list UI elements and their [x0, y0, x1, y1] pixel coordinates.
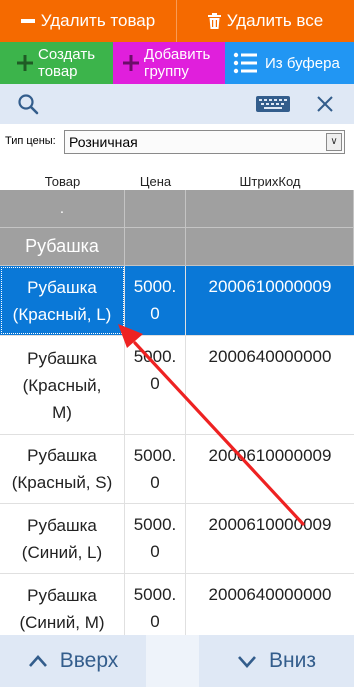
price-cell: [125, 228, 186, 265]
keyboard-icon[interactable]: [256, 96, 290, 112]
scroll-up-label: Вверх: [59, 649, 119, 672]
item-name-line: Рубашка: [27, 515, 97, 535]
barcode-cell: [186, 228, 354, 265]
scroll-up-button[interactable]: Вверх: [0, 635, 146, 687]
price-cell: [125, 190, 186, 227]
item-name-line: Рубашка: [27, 585, 97, 605]
price-line: 5000.: [133, 585, 177, 604]
price-line: 5000.: [133, 277, 177, 296]
plus-icon: [123, 55, 139, 71]
trash-icon: [207, 13, 221, 29]
item-name-line: Рубашка: [27, 348, 97, 368]
from-buffer-button[interactable]: Из буфера: [225, 42, 354, 84]
search-icon[interactable]: [17, 93, 39, 115]
item-name-cell: Рубашка (Синий, M): [0, 574, 125, 635]
action-toolbar: Создать товар Добавить группу Из буфера: [0, 42, 354, 84]
group-name-cell: Рубашка: [0, 228, 125, 265]
item-name-line: (Синий, L): [21, 542, 103, 562]
barcode-cell: 2000610000009: [208, 446, 332, 465]
price-type-select[interactable]: Розничная ∨: [64, 130, 345, 154]
price-line: 5000.: [133, 515, 177, 534]
top-toolbar: Удалить товар Удалить все: [0, 0, 354, 42]
add-group-button[interactable]: Добавить группу: [113, 42, 225, 84]
price-type-bar: Тип цены: Розничная ∨: [0, 124, 354, 160]
table-row[interactable]: Рубашка (Красный, M) 5000. 0 20006400000…: [0, 336, 354, 435]
column-header-item[interactable]: Товар: [0, 160, 125, 190]
barcode-cell: [186, 190, 354, 227]
column-header-barcode[interactable]: ШтрихКод: [186, 160, 354, 190]
minus-icon: [20, 19, 35, 23]
barcode-cell: 2000640000000: [208, 347, 332, 366]
price-line: 0: [150, 473, 160, 492]
item-name-line: (Красный,: [22, 375, 102, 395]
table-row[interactable]: Рубашка: [0, 228, 354, 266]
items-grid[interactable]: . Рубашка Рубашка (Красный, L) 5000. 0 2…: [0, 190, 354, 635]
table-row[interactable]: Рубашка (Синий, M) 5000. 0 2000640000000: [0, 574, 354, 635]
price-line: 0: [150, 374, 160, 393]
barcode-cell: 2000610000009: [208, 277, 332, 296]
create-item-button[interactable]: Создать товар: [0, 42, 113, 84]
item-name-line: Рубашка: [27, 446, 97, 465]
group-name-cell: .: [0, 190, 125, 227]
list-icon: [233, 52, 257, 74]
barcode-cell: 2000610000009: [208, 515, 332, 534]
price-line: 0: [150, 542, 160, 561]
delete-item-button[interactable]: Удалить товар: [0, 0, 176, 42]
delete-all-button[interactable]: Удалить все: [176, 0, 354, 42]
item-name-cell: Рубашка (Красный, L): [0, 266, 125, 335]
table-row[interactable]: .: [0, 190, 354, 228]
price-cell: 5000. 0: [125, 336, 186, 434]
item-name-line: M): [52, 402, 72, 422]
item-name-cell: Рубашка (Красный, S): [0, 435, 125, 503]
price-type-value: Розничная: [69, 134, 138, 150]
chevron-up-icon: [28, 655, 47, 667]
chevron-down-icon: [238, 656, 256, 668]
plus-icon: [17, 55, 33, 71]
close-icon[interactable]: [317, 96, 333, 112]
bottom-nav: Вверх Вниз: [0, 635, 354, 687]
item-name-line: (Красный, S): [11, 473, 113, 492]
search-bar: [0, 84, 354, 124]
item-name-line: (Красный, L): [12, 304, 112, 324]
item-name-line: (Синий, M): [19, 612, 105, 632]
column-header-price[interactable]: Цена: [125, 160, 186, 190]
price-cell: 5000. 0: [125, 266, 186, 335]
price-cell: 5000. 0: [125, 435, 186, 503]
table-row[interactable]: Рубашка (Синий, L) 5000. 0 2000610000009: [0, 504, 354, 574]
table-row[interactable]: Рубашка (Красный, L) 5000. 0 20006100000…: [0, 266, 354, 336]
scroll-down-button[interactable]: Вниз: [199, 635, 354, 687]
item-name-line: Рубашка: [27, 277, 97, 297]
barcode-cell: 2000640000000: [208, 585, 332, 604]
item-name-cell: Рубашка (Красный, M): [0, 336, 125, 434]
delete-all-label: Удалить все: [226, 11, 324, 30]
price-type-label: Тип цены:: [5, 135, 56, 147]
table-row[interactable]: Рубашка (Красный, S) 5000. 0 20006100000…: [0, 435, 354, 504]
price-cell: 5000. 0: [125, 574, 186, 635]
price-line: 0: [150, 612, 160, 631]
price-line: 5000.: [133, 446, 177, 465]
create-item-label: Создать товар: [38, 46, 96, 80]
item-name-cell: Рубашка (Синий, L): [0, 504, 125, 573]
price-cell: 5000. 0: [125, 504, 186, 573]
delete-item-label: Удалить товар: [40, 11, 156, 30]
chevron-down-icon[interactable]: ∨: [326, 133, 342, 151]
from-buffer-label: Из буфера: [265, 54, 340, 72]
price-line: 5000.: [133, 347, 177, 366]
nav-spacer: [146, 635, 199, 687]
scroll-down-label: Вниз: [269, 649, 316, 672]
price-line: 0: [150, 304, 160, 323]
add-group-label: Добавить группу: [144, 46, 211, 80]
